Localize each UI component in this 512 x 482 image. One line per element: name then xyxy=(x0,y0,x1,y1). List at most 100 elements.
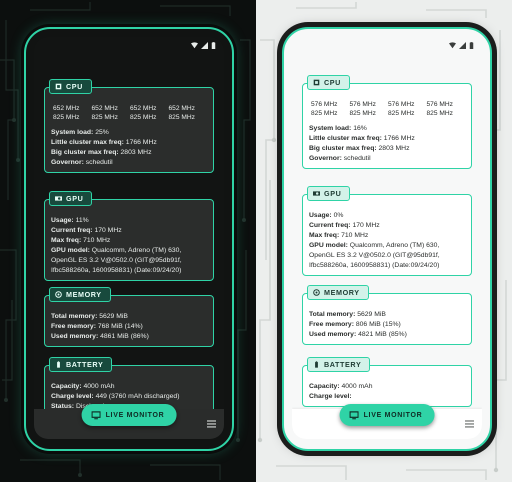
governor-row: Governor: schedutil xyxy=(51,158,207,168)
battery-title: BATTERY xyxy=(66,360,104,369)
label: Usage: xyxy=(51,217,74,224)
label: Little cluster max freq: xyxy=(309,135,382,142)
value: 5629 MiB xyxy=(99,313,128,320)
label: Capacity: xyxy=(51,383,82,390)
label: Charge level: xyxy=(51,393,94,400)
used-memory-row: Used memory: 4861 MiB (86%) xyxy=(51,332,207,342)
gpu-model-row: GPU model: Qualcomm, Adreno (TM) 630, Op… xyxy=(51,246,207,276)
memory-card-header: MEMORY xyxy=(307,285,369,300)
gpu-title: GPU xyxy=(66,194,84,203)
value: 768 MiB (14%) xyxy=(97,323,143,330)
value: 16% xyxy=(353,125,367,132)
label: Governor: xyxy=(309,155,342,162)
gpu-max-freq-row: Max freq: 710 MHz xyxy=(309,231,465,241)
cpu-card-header: CPU xyxy=(49,79,92,94)
screen-dark: CPU 652 MHz 652 MHz 652 MHz 652 MHz 825 … xyxy=(34,37,224,439)
little-cluster-row: Little cluster max freq: 1766 MHz xyxy=(51,138,207,148)
value: 170 MHz xyxy=(94,227,122,234)
value: 1766 MHz xyxy=(125,139,157,146)
phone-dark: CPU 652 MHz 652 MHz 652 MHz 652 MHz 825 … xyxy=(24,27,234,451)
value: schedutil xyxy=(343,155,371,162)
charge-level-row: Charge level: xyxy=(309,392,465,402)
core-freq: 825 MHz xyxy=(53,114,80,121)
cpu-title: CPU xyxy=(66,82,83,91)
cpu-card-header: CPU xyxy=(307,75,350,90)
value: 11% xyxy=(75,217,89,224)
label: Current freq: xyxy=(309,222,351,229)
value: 4000 mAh xyxy=(83,383,115,390)
big-cluster-row: Big cluster max freq: 2803 MHz xyxy=(309,144,465,154)
gpu-icon xyxy=(313,191,320,196)
gpu-usage-row: Usage: 11% xyxy=(51,216,207,226)
value: 710 MHz xyxy=(341,232,369,239)
core-freq: 825 MHz xyxy=(388,110,415,117)
value: 170 MHz xyxy=(352,222,380,229)
free-memory-row: Free memory: 768 MiB (14%) xyxy=(51,322,207,332)
label: GPU model: xyxy=(51,247,90,254)
memory-title: MEMORY xyxy=(324,288,360,297)
label: Little cluster max freq: xyxy=(51,139,124,146)
menu-icon[interactable] xyxy=(207,420,216,428)
label: Big cluster max freq: xyxy=(309,145,377,152)
live-monitor-button[interactable]: LIVE MONITOR xyxy=(339,404,435,426)
status-icons xyxy=(449,42,474,49)
big-cluster-row: Big cluster max freq: 2803 MHz xyxy=(51,148,207,158)
core-freq: 825 MHz xyxy=(168,114,195,121)
core-freq: 576 MHz xyxy=(426,101,453,108)
value: 2803 MHz xyxy=(378,145,410,152)
used-memory-row: Used memory: 4821 MiB (85%) xyxy=(309,330,465,340)
gpu-card-header: GPU xyxy=(49,191,93,206)
live-monitor-label: LIVE MONITOR xyxy=(363,411,423,419)
value: 0% xyxy=(333,212,344,219)
label: Total memory: xyxy=(309,311,356,318)
label: Free memory: xyxy=(51,323,96,330)
value: 4821 MiB (85%) xyxy=(358,331,407,338)
core-freq: 576 MHz xyxy=(388,101,415,108)
signal-icon xyxy=(201,42,208,49)
label: Governor: xyxy=(51,159,84,166)
label: Free memory: xyxy=(309,321,354,328)
status-bar xyxy=(292,37,482,55)
charge-level-row: Charge level: 449 (3760 mAh discharged) xyxy=(51,392,207,402)
core-freq: 825 MHz xyxy=(311,110,338,117)
core-freq: 825 MHz xyxy=(349,110,376,117)
core-freq: 652 MHz xyxy=(130,105,157,112)
label: Big cluster max freq: xyxy=(51,149,119,156)
battery-icon xyxy=(315,361,318,368)
battery-card-header: BATTERY xyxy=(307,357,371,372)
little-cluster-row: Little cluster max freq: 1766 MHz xyxy=(309,134,465,144)
gpu-usage-row: Usage: 0% xyxy=(309,211,465,221)
cpu-icon xyxy=(313,79,320,86)
memory-icon xyxy=(55,291,62,298)
cpu-title: CPU xyxy=(324,78,341,87)
gpu-title: GPU xyxy=(324,189,342,198)
gpu-current-freq-row: Current freq: 170 MHz xyxy=(51,226,207,236)
signal-icon xyxy=(459,42,466,49)
label: System load: xyxy=(51,129,94,136)
battery-card: BATTERY Capacity: 4000 mAh Charge level: xyxy=(302,357,472,407)
capacity-row: Capacity: 4000 mAh xyxy=(51,382,207,392)
status-icons xyxy=(191,42,216,49)
cpu-freq-grid: 652 MHz 652 MHz 652 MHz 652 MHz 825 MHz … xyxy=(51,104,207,122)
total-memory-row: Total memory: 5629 MiB xyxy=(51,312,207,322)
cpu-icon xyxy=(55,83,62,90)
value: 4000 mAh xyxy=(341,383,373,390)
label: Max freq: xyxy=(309,232,340,239)
live-monitor-button[interactable]: LIVE MONITOR xyxy=(81,404,177,426)
gpu-model-row: GPU model: Qualcomm, Adreno (TM) 630, Op… xyxy=(309,241,465,271)
cpu-card: CPU 576 MHz 576 MHz 576 MHz 576 MHz 825 … xyxy=(302,75,472,169)
core-freq: 652 MHz xyxy=(91,105,118,112)
core-freq: 576 MHz xyxy=(349,101,376,108)
label: Used memory: xyxy=(51,333,99,340)
status-bar xyxy=(34,37,224,55)
label: Charge level: xyxy=(309,393,352,400)
core-freq: 576 MHz xyxy=(311,101,338,108)
battery-status-icon xyxy=(211,42,216,49)
value: 806 MiB (15%) xyxy=(355,321,401,328)
screen-light: CPU 576 MHz 576 MHz 576 MHz 576 MHz 825 … xyxy=(292,37,482,439)
gpu-card-header: GPU xyxy=(307,186,351,201)
battery-card-header: BATTERY xyxy=(49,357,113,372)
label: Current freq: xyxy=(51,227,93,234)
wifi-icon xyxy=(449,42,456,49)
menu-icon[interactable] xyxy=(465,420,474,428)
